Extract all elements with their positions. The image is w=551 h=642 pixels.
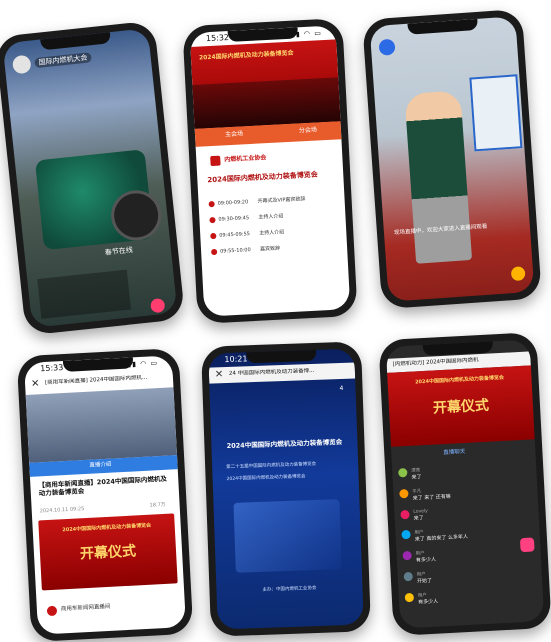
avatar <box>401 529 411 540</box>
status-icons: ▮▮ ◠ ▭ <box>290 29 323 39</box>
close-icon[interactable]: ✕ <box>215 369 224 380</box>
screen-5: 10:21 ✕ 24 中国国际内燃机及动力装备博... 4 2024中国国际内燃… <box>208 348 364 630</box>
screen-1: 国际内燃机大会 春节在线 <box>2 28 178 328</box>
avatar[interactable] <box>11 54 32 75</box>
status-icons: ▮▮ ◠ ▭ <box>127 359 159 369</box>
page-header: [商用车新闻直播] 2024中国国际内燃机... <box>44 374 148 386</box>
phone-6: [内燃机动力] 2024中国国际内燃机 2024中国国际内燃机及动力装备博览会 … <box>378 332 551 636</box>
chat-message: Lovely 来了 <box>400 503 534 522</box>
avatar <box>398 468 408 478</box>
booth-screen <box>469 74 523 152</box>
screen-4: 15:33 ▮▮ ◠ ▭ ✕ [商用车新闻直播] 2024中国国际内燃机... … <box>23 355 187 635</box>
chat-overlay <box>37 269 131 319</box>
poster-graphic <box>233 499 342 573</box>
footer-logo <box>46 605 58 617</box>
chat-message: 用户 来了 真的来了 么多年人 <box>401 523 535 543</box>
schedule-row: 09:55-10:00 嘉宾致辞 <box>210 241 339 255</box>
stage-crowd <box>192 77 341 129</box>
avatar <box>402 550 412 561</box>
status-time: 10:21 <box>224 354 248 365</box>
phone-3: 现场直播中，欢迎大家进入直播间观看 <box>362 8 542 310</box>
tab-sub[interactable]: 分会场 <box>299 126 317 134</box>
screen-3: 现场直播中，欢迎大家进入直播间观看 <box>369 16 535 302</box>
phone-5: 10:21 ✕ 24 中国国际内燃机及动力装备博... 4 2024中国国际内燃… <box>200 341 372 637</box>
sticker: 春节在线 <box>104 245 134 257</box>
chat-message: 用户 有多少人 <box>402 544 536 564</box>
view-count: 18.7万 <box>149 501 166 509</box>
avatar <box>400 509 410 520</box>
screen-6: [内燃机动力] 2024中国国际内燃机 2024中国国际内燃机及动力装备博览会 … <box>385 339 545 629</box>
live-tag: 国际内燃机大会 <box>34 52 92 69</box>
bullet-icon <box>209 216 216 223</box>
close-icon[interactable]: ✕ <box>31 378 40 389</box>
footer-name: 商用车新闻网直播间 <box>60 603 111 613</box>
avatar <box>399 488 409 499</box>
gift-icon[interactable] <box>510 266 526 282</box>
schedule-row: 09:30-09:45 主持人介绍 <box>209 210 337 224</box>
status-time: 15:32 <box>205 32 230 44</box>
tab-main[interactable]: 主会场 <box>225 130 243 138</box>
bullet-icon <box>208 200 215 207</box>
phone-2: 15:32 ▮▮ ◠ ▭ 2024国际内燃机及动力装备博览会 主会场 分会场 内… <box>182 18 358 324</box>
chat-list: 漂亮 来了 平凡 来了 来了 还有嘛 Lovely 来了 用户 来了 真的来了 么多年人… <box>398 461 539 614</box>
poster-line-2: 2024中国国际内燃机及动力装备博览会 <box>226 474 306 483</box>
avatar <box>404 592 415 603</box>
article-date: 2024.10.11 09:25 <box>39 506 85 515</box>
phone-1: 国际内燃机大会 春节在线 <box>0 20 186 336</box>
poster-line-1: 第二十五届中国国际内燃机及动力装备博览会 <box>226 461 317 471</box>
expo-title: 2024国际内燃机及动力装备博览会 <box>207 170 318 185</box>
avatar <box>403 571 413 582</box>
schedule-list: 09:00-09:20 开幕式及VIP嘉宾致辞 09:30-09:45 主持人介… <box>208 194 339 265</box>
schedule-row: 09:45-09:55 主持人介绍 <box>210 226 338 240</box>
tab-chat[interactable]: 直播聊天 <box>443 449 465 457</box>
gift-icon[interactable] <box>519 537 535 553</box>
poster-title: 2024中国国际内燃机及动力装备博览会 <box>226 438 343 451</box>
presenter <box>404 90 473 264</box>
video-player[interactable] <box>25 387 178 463</box>
phone-4: 15:33 ▮▮ ◠ ▭ ✕ [商用车新闻直播] 2024中国国际内燃机... … <box>16 347 194 642</box>
bullet-icon <box>210 232 217 239</box>
avatar[interactable] <box>378 38 396 56</box>
chat-message: 漂亮 来了 <box>398 461 532 481</box>
status-time: 15:33 <box>40 363 64 374</box>
org-logo <box>210 155 221 167</box>
like-icon[interactable] <box>150 297 166 314</box>
counter: 4 <box>339 384 344 393</box>
tab-intro[interactable]: 直播介绍 <box>89 462 111 470</box>
article-title: 【商用车新闻直播】2024中国国际内燃机及动力装备博览会 <box>38 474 168 498</box>
poster-footer: 主办：中国内燃机工业协会 <box>262 585 317 593</box>
chat-message: 平凡 来了 来了 还有嘛 <box>399 482 533 502</box>
org-name: 内燃机工业协会 <box>224 154 267 164</box>
chat-message: 用户 开始了 <box>403 565 538 585</box>
bullet-icon <box>210 248 218 255</box>
schedule-row: 09:00-09:20 开幕式及VIP嘉宾致辞 <box>208 194 336 208</box>
chat-message: 用户 有多少人 <box>404 586 539 606</box>
screen-2: 15:32 ▮▮ ◠ ▭ 2024国际内燃机及动力装备博览会 主会场 分会场 内… <box>189 25 351 317</box>
